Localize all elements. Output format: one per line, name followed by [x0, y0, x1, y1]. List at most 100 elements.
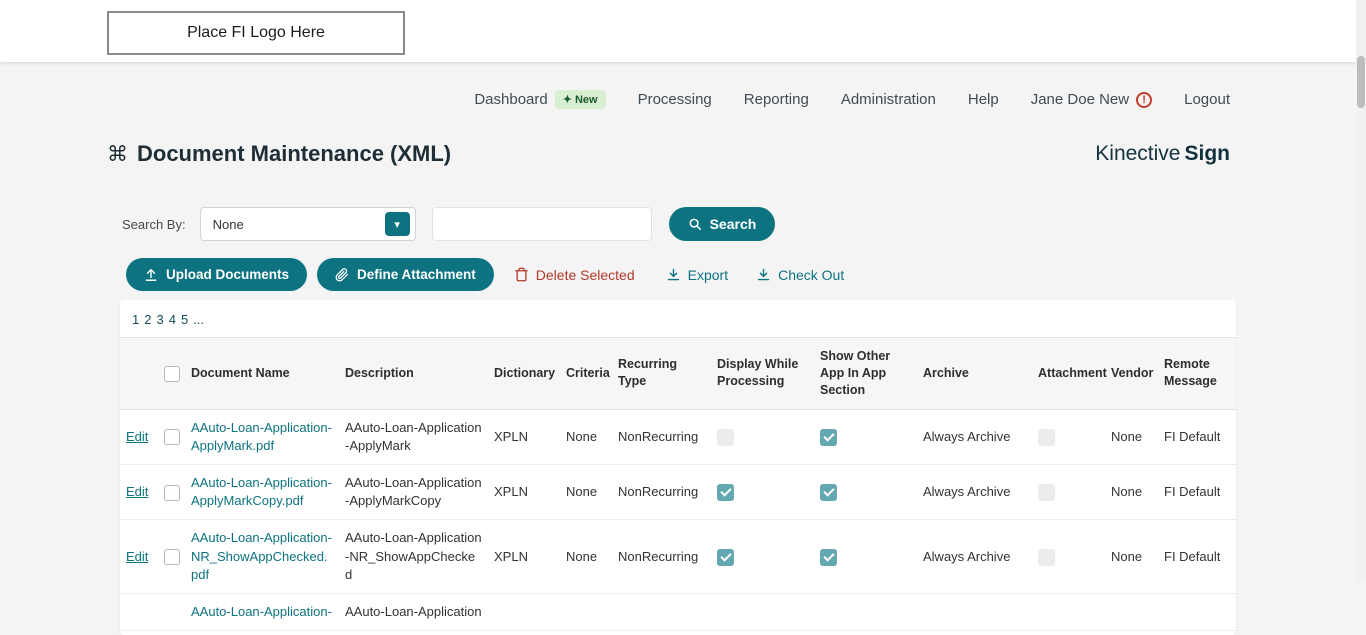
- edit-cell: Edit: [120, 520, 158, 594]
- documents-table: Document Name Description Dictionary Cri…: [120, 337, 1236, 631]
- dictionary-cell: XPLN: [488, 465, 560, 520]
- document-name-link[interactable]: AAuto-Loan-Application-ApplyMark.pdf: [191, 420, 332, 453]
- page-link-4[interactable]: 4: [169, 312, 176, 327]
- archive-cell: Always Archive: [917, 520, 1032, 594]
- header-edit: [120, 338, 158, 410]
- export-label: Export: [688, 267, 728, 283]
- document-name-link[interactable]: AAuto-Loan-Application-: [191, 604, 332, 619]
- nav-administration-label: Administration: [841, 91, 936, 108]
- show-other-app-cell: [814, 520, 917, 594]
- define-attachment-label: Define Attachment: [357, 267, 476, 282]
- archive-cell: Always Archive: [917, 465, 1032, 520]
- brand-name: Kinective: [1095, 142, 1180, 165]
- attachment-cell: [1032, 409, 1105, 464]
- upload-documents-label: Upload Documents: [166, 267, 289, 282]
- define-attachment-button[interactable]: Define Attachment: [317, 258, 494, 291]
- document-name-link[interactable]: AAuto-Loan-Application-NR_ShowAppChecked…: [191, 530, 332, 581]
- recurring-type-cell: NonRecurring: [612, 409, 711, 464]
- header-display-while-processing: Display While Processing: [711, 338, 814, 410]
- header-attachment: Attachment: [1032, 338, 1105, 410]
- select-all-checkbox[interactable]: [164, 366, 180, 382]
- scrollbar-track[interactable]: [1356, 0, 1366, 581]
- fi-logo-text: Place FI Logo Here: [187, 24, 325, 42]
- nav-logout[interactable]: Logout: [1184, 91, 1230, 108]
- upload-documents-button[interactable]: Upload Documents: [126, 258, 307, 291]
- show-other-app-checkbox[interactable]: [820, 549, 837, 566]
- attachment-checkbox[interactable]: [1038, 429, 1055, 446]
- row-select-checkbox[interactable]: [164, 429, 180, 445]
- search-button[interactable]: Search: [669, 207, 776, 241]
- criteria-cell: None: [560, 409, 612, 464]
- page-link-3[interactable]: 3: [156, 312, 163, 327]
- header-remote-message: Remote Message: [1158, 338, 1236, 410]
- attachment-checkbox[interactable]: [1038, 484, 1055, 501]
- attachment-cell: [1032, 520, 1105, 594]
- edit-link[interactable]: Edit: [126, 484, 148, 499]
- recurring-type-cell: NonRecurring: [612, 520, 711, 594]
- document-name-cell: AAuto-Loan-Application-ApplyMarkCopy.pdf: [185, 465, 339, 520]
- show-other-app-checkbox[interactable]: [820, 484, 837, 501]
- check-out-button[interactable]: Check Out: [756, 267, 844, 283]
- description-cell: AAuto-Loan-Application: [339, 593, 488, 630]
- command-icon: ⌘: [107, 142, 128, 167]
- row-select-checkbox[interactable]: [164, 485, 180, 501]
- display-while-processing-checkbox[interactable]: [717, 484, 734, 501]
- dictionary-cell: XPLN: [488, 409, 560, 464]
- alert-icon: !: [1136, 92, 1152, 108]
- nav-dashboard-label: Dashboard: [474, 91, 547, 108]
- documents-card: 12345... Document Name Description Dicti…: [120, 300, 1236, 635]
- export-button[interactable]: Export: [666, 267, 728, 283]
- brand-logo: KinectiveSign: [1095, 142, 1230, 166]
- new-badge-label: New: [575, 94, 598, 106]
- search-by-dropdown[interactable]: None ▾: [200, 207, 416, 241]
- description-cell: AAuto-Loan-Application-ApplyMarkCopy: [339, 465, 488, 520]
- nav-dashboard[interactable]: Dashboard ✦ New: [474, 90, 605, 109]
- trash-icon: [514, 267, 529, 282]
- chevron-down-icon[interactable]: ▾: [385, 212, 410, 236]
- recurring-type-cell: NonRecurring: [612, 465, 711, 520]
- document-name-cell: AAuto-Loan-Application-NR_ShowAppChecked…: [185, 520, 339, 594]
- attachment-checkbox[interactable]: [1038, 549, 1055, 566]
- display-while-processing-checkbox[interactable]: [717, 429, 734, 446]
- delete-selected-label: Delete Selected: [536, 267, 635, 283]
- edit-cell: [120, 593, 158, 630]
- page-link-5[interactable]: 5: [181, 312, 188, 327]
- download-icon: [666, 267, 681, 282]
- display-while-processing-cell: [711, 465, 814, 520]
- table-header-row: Document Name Description Dictionary Cri…: [120, 338, 1236, 410]
- show-other-app-cell: [814, 409, 917, 464]
- nav-administration[interactable]: Administration: [841, 91, 936, 108]
- vendor-cell: None: [1105, 465, 1158, 520]
- table-row: Edit AAuto-Loan-Application-ApplyMarkCop…: [120, 465, 1236, 520]
- scrollbar-thumb[interactable]: [1357, 56, 1365, 108]
- brand-product: Sign: [1185, 142, 1231, 165]
- nav-user[interactable]: Jane Doe New !: [1031, 91, 1152, 108]
- vendor-cell: None: [1105, 409, 1158, 464]
- nav-help[interactable]: Help: [968, 91, 999, 108]
- delete-selected-button[interactable]: Delete Selected: [514, 267, 635, 283]
- header-dictionary: Dictionary: [488, 338, 560, 410]
- nav-reporting[interactable]: Reporting: [744, 91, 809, 108]
- page-link-1[interactable]: 1: [132, 312, 139, 327]
- description-cell: AAuto-Loan-Application-NR_ShowAppChecked: [339, 520, 488, 594]
- page-link-more[interactable]: ...: [193, 312, 204, 327]
- page-link-2[interactable]: 2: [144, 312, 151, 327]
- toolbar: Upload Documents Define Attachment Delet…: [126, 258, 1366, 291]
- search-input[interactable]: [432, 207, 652, 241]
- document-name-cell: AAuto-Loan-Application-: [185, 593, 339, 630]
- pagination: 12345...: [120, 300, 1236, 337]
- document-name-link[interactable]: AAuto-Loan-Application-ApplyMarkCopy.pdf: [191, 475, 332, 508]
- sparkle-icon: ✦: [563, 93, 572, 106]
- row-select-checkbox[interactable]: [164, 549, 180, 565]
- edit-link[interactable]: Edit: [126, 549, 148, 564]
- select-cell: [158, 520, 185, 594]
- display-while-processing-checkbox[interactable]: [717, 549, 734, 566]
- search-button-label: Search: [710, 216, 757, 232]
- header-description: Description: [339, 338, 488, 410]
- nav-processing[interactable]: Processing: [638, 91, 712, 108]
- display-while-processing-cell: [711, 520, 814, 594]
- edit-link[interactable]: Edit: [126, 429, 148, 444]
- header-document-name: Document Name: [185, 338, 339, 410]
- show-other-app-checkbox[interactable]: [820, 429, 837, 446]
- select-cell: [158, 593, 185, 630]
